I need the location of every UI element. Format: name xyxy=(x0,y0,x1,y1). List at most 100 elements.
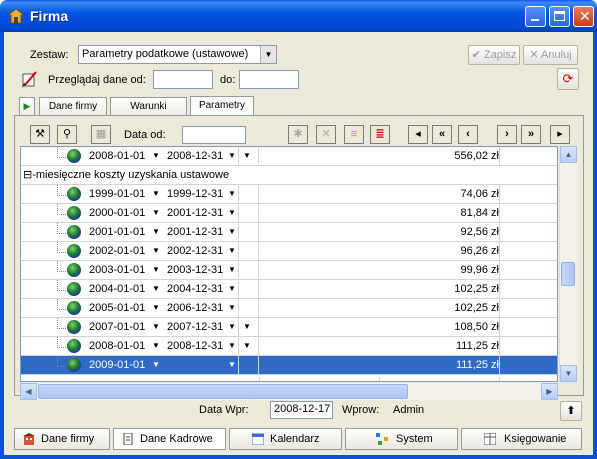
chevron-down-icon[interactable]: ▼ xyxy=(228,204,236,222)
chevron-down-icon[interactable]: ▼ xyxy=(228,185,236,203)
table-row[interactable]: 2008-01-01 ▼ 2008-12-31 ▼ ▼ 556,02 zł xyxy=(21,147,557,166)
tab-arrow[interactable]: ▶ xyxy=(19,97,35,115)
table-row[interactable]: 2005-01-01 ▼ 2006-12-31 ▼ 102,25 zł xyxy=(21,299,557,318)
scroll-left-button[interactable]: ◀ xyxy=(20,383,37,400)
scroll-thumb[interactable] xyxy=(561,262,575,286)
date-from-cell[interactable]: 2002-01-01 xyxy=(89,242,149,260)
date-from-cell[interactable]: 2004-01-01 xyxy=(89,280,149,298)
date-from-cell[interactable]: 2000-01-01 xyxy=(89,204,149,222)
to-date-input[interactable] xyxy=(239,70,299,89)
date-to-cell[interactable]: 2002-12-31 xyxy=(167,242,227,260)
params-grid[interactable]: 2008-01-01 ▼ 2008-12-31 ▼ ▼ 556,02 zł ⊟-miesię… xyxy=(20,146,558,382)
chevron-down-icon[interactable]: ▼ xyxy=(260,46,276,63)
vertical-scrollbar[interactable]: ▲ ▼ xyxy=(559,146,577,382)
date-to-cell[interactable]: 2007-12-31 xyxy=(167,318,227,336)
cancel-button[interactable]: ✕ Anuluj xyxy=(523,45,578,65)
group-row[interactable]: ⊟-progi podatkowe podstawa podstawa stawka … xyxy=(21,377,557,381)
chevron-down-icon[interactable]: ▼ xyxy=(228,261,236,279)
chevron-down-icon[interactable]: ▼ xyxy=(228,356,236,374)
date-to-cell[interactable]: 2008-12-31 xyxy=(167,147,227,165)
chevron-down-icon[interactable]: ▼ xyxy=(228,242,236,260)
flag-cell[interactable] xyxy=(243,223,257,241)
hscroll-thumb[interactable] xyxy=(38,384,408,399)
date-to-cell[interactable]: 2003-12-31 xyxy=(167,261,227,279)
column-header[interactable]: podstawa xyxy=(262,377,377,381)
table-row[interactable]: 2001-01-01 ▼ 2001-12-31 ▼ 92,56 zł xyxy=(21,223,557,242)
add-row-button[interactable]: ≡ xyxy=(344,125,364,144)
module-tab-ksiegowanie[interactable]: Księgowanie xyxy=(461,428,582,450)
date-to-cell[interactable]: 2001-12-31 xyxy=(167,204,227,222)
new-button[interactable]: ✱ xyxy=(288,125,308,144)
date-from-cell[interactable]: 2001-01-01 xyxy=(89,223,149,241)
date-from-input[interactable] xyxy=(182,126,246,144)
flag-cell[interactable] xyxy=(243,242,257,260)
column-header[interactable]: stawka poda xyxy=(502,377,557,381)
horizontal-scrollbar[interactable]: ◀ ▶ xyxy=(20,383,558,400)
date-to-cell[interactable] xyxy=(167,356,227,374)
table-row[interactable]: 2003-01-01 ▼ 2003-12-31 ▼ 99,96 zł xyxy=(21,261,557,280)
chevron-down-icon[interactable]: ▼ xyxy=(228,280,236,298)
save-button[interactable]: ✔ Zapisz xyxy=(468,45,520,65)
prev-page-button[interactable]: « xyxy=(432,125,452,144)
column-header[interactable]: podstawa xyxy=(382,377,497,381)
flag-cell[interactable] xyxy=(243,280,257,298)
date-from-cell[interactable]: 2009-01-01 xyxy=(89,356,149,374)
table-row[interactable]: 2008-01-01 ▼ 2008-12-31 ▼ ▼ 111,25 zł xyxy=(21,337,557,356)
chevron-down-icon[interactable]: ▼ xyxy=(228,147,236,165)
date-to-cell[interactable]: 2008-12-31 xyxy=(167,337,227,355)
module-tab-system[interactable]: System xyxy=(345,428,458,450)
module-tab-dane-firmy[interactable]: Dane firmy xyxy=(14,428,110,450)
next-button[interactable]: › xyxy=(497,125,517,144)
chevron-down-icon[interactable]: ▼ xyxy=(152,318,160,336)
table-row[interactable]: 2007-01-01 ▼ 2007-12-31 ▼ ▼ 108,50 zł xyxy=(21,318,557,337)
chevron-down-icon[interactable]: ▼ xyxy=(152,185,160,203)
chevron-down-icon[interactable]: ▼ xyxy=(228,318,236,336)
flag-cell[interactable] xyxy=(243,261,257,279)
table-row[interactable]: 2000-01-01 ▼ 2001-12-31 ▼ 81,84 zł xyxy=(21,204,557,223)
chevron-down-icon[interactable]: ▼ xyxy=(152,356,160,374)
date-from-cell[interactable]: 2007-01-01 xyxy=(89,318,149,336)
zestaw-select[interactable]: Parametry podatkowe (ustawowe) ▼ xyxy=(78,45,277,64)
chevron-down-icon[interactable]: ▼ xyxy=(228,299,236,317)
date-from-cell[interactable]: 2003-01-01 xyxy=(89,261,149,279)
date-to-cell[interactable]: 2006-12-31 xyxy=(167,299,227,317)
flag-cell[interactable] xyxy=(243,299,257,317)
table-row[interactable]: 2004-01-01 ▼ 2004-12-31 ▼ 102,25 zł xyxy=(21,280,557,299)
table-row[interactable]: 2009-01-01 ▼ ▼ 111,25 zł xyxy=(21,356,557,375)
next-page-button[interactable]: » xyxy=(521,125,541,144)
flag-cell[interactable]: ▼ xyxy=(243,147,257,165)
calculator-button[interactable]: ▦ xyxy=(91,125,111,144)
last-button[interactable]: ▸ xyxy=(550,125,570,144)
chevron-down-icon[interactable]: ▼ xyxy=(152,261,160,279)
from-date-input[interactable] xyxy=(153,70,213,89)
chevron-down-icon[interactable]: ▼ xyxy=(152,242,160,260)
group-row[interactable]: ⊟-miesięczne koszty uzyskania ustawowe xyxy=(21,166,557,185)
prev-button[interactable]: ‹ xyxy=(458,125,478,144)
scroll-right-button[interactable]: ▶ xyxy=(541,383,558,400)
chevron-down-icon[interactable]: ▼ xyxy=(152,223,160,241)
tools-button[interactable]: ⚒ xyxy=(30,125,50,144)
table-row[interactable]: 1999-01-01 ▼ 1999-12-31 ▼ 74,06 zł xyxy=(21,185,557,204)
tab-parametry[interactable]: Parametry xyxy=(190,96,254,116)
flag-cell[interactable]: ▼ xyxy=(243,318,257,336)
module-tab-dane-kadrowe[interactable]: Dane Kadrowe xyxy=(113,428,226,450)
scroll-down-button[interactable]: ▼ xyxy=(560,365,577,382)
chevron-down-icon[interactable]: ▼ xyxy=(152,204,160,222)
date-to-cell[interactable]: 2001-12-31 xyxy=(167,223,227,241)
module-tab-kalendarz[interactable]: Kalendarz xyxy=(229,428,342,450)
chevron-down-icon[interactable]: ▼ xyxy=(152,280,160,298)
chevron-down-icon[interactable]: ▼ xyxy=(152,147,160,165)
flag-cell[interactable] xyxy=(243,356,257,374)
chevron-down-icon[interactable]: ▼ xyxy=(228,223,236,241)
chevron-down-icon[interactable]: ▼ xyxy=(228,337,236,355)
delete-button[interactable]: ✕ xyxy=(316,125,336,144)
scroll-up-button[interactable]: ▲ xyxy=(560,146,577,163)
remove-row-button[interactable]: ≣ xyxy=(370,125,390,144)
tab-warunki[interactable]: Warunki zatrud... xyxy=(110,97,187,129)
date-from-cell[interactable]: 2008-01-01 xyxy=(89,147,149,165)
date-from-cell[interactable]: 2008-01-01 xyxy=(89,337,149,355)
chevron-down-icon[interactable]: ▼ xyxy=(152,337,160,355)
flag-cell[interactable] xyxy=(243,185,257,203)
maximize-button[interactable] xyxy=(549,6,570,27)
flag-cell[interactable]: ▼ xyxy=(243,337,257,355)
